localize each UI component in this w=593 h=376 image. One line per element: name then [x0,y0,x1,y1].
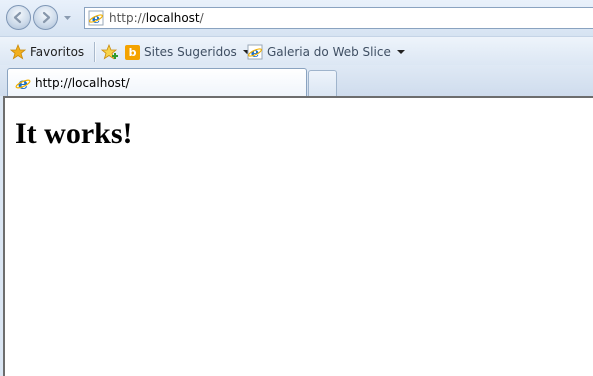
page-heading: It works! [15,117,133,150]
tab-localhost[interactable]: e http://localhost/ [7,68,307,96]
forward-button[interactable] [33,5,58,30]
recent-pages-dropdown-icon[interactable] [63,14,72,22]
tab-row: e http://localhost/ [0,65,593,96]
address-row: e http://localhost/ [0,0,593,36]
favorites-label: Favoritos [30,45,85,59]
url-host: localhost [145,11,200,25]
url-scheme: http:// [109,11,146,25]
back-arrow-icon [13,11,22,24]
forward-arrow-icon [42,11,51,24]
tab-label: http://localhost/ [35,75,130,90]
page-content: It works! [3,96,593,376]
web-slice-gallery-label: Galeria do Web Slice [267,45,391,59]
favorites-star-icon [10,44,26,60]
ie-page-icon: e [247,44,263,60]
suggested-sites-button[interactable]: b Sites Sugeridos [125,43,251,61]
address-url-text[interactable]: http://localhost/ [109,11,204,25]
suggested-sites-label: Sites Sugeridos [144,45,237,59]
web-slice-gallery-button[interactable]: e Galeria do Web Slice [247,43,405,61]
new-tab-button[interactable] [308,70,337,96]
add-to-favorites-bar-icon[interactable] [101,44,119,61]
favorites-separator [94,42,95,62]
favorites-bar: Favoritos b Sites Sugeridos e Galeria do… [0,36,593,65]
chevron-down-icon [396,50,405,54]
favorites-button[interactable]: Favoritos [10,43,84,61]
ie-logo-icon: e [15,75,31,91]
address-bar[interactable]: e http://localhost/ [84,7,593,29]
ie-page-icon: e [88,10,104,26]
back-button[interactable] [6,5,31,30]
bing-icon: b [125,44,140,60]
url-path: / [199,11,204,25]
